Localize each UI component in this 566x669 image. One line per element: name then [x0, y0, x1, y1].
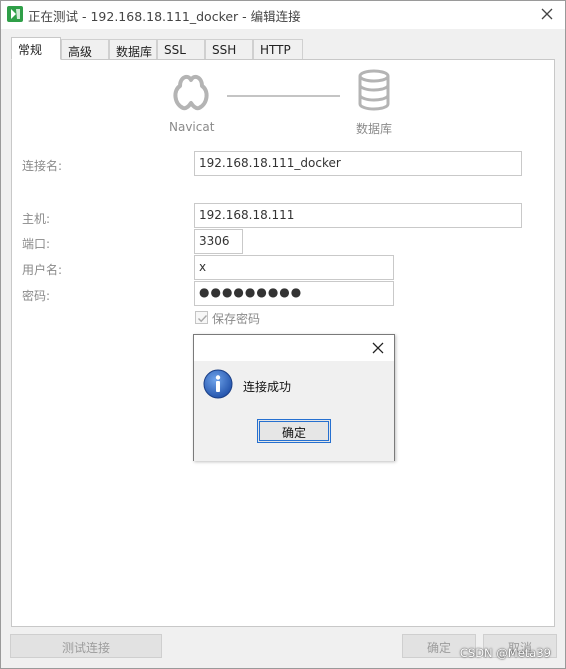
port-input[interactable]: 3306 — [194, 229, 243, 254]
test-connection-button[interactable]: 测试连接 — [10, 634, 162, 658]
tab-http[interactable]: HTTP — [253, 39, 303, 59]
info-icon — [203, 369, 233, 399]
save-password-label: 保存密码 — [212, 312, 261, 326]
dialog-ok-button[interactable]: 确定 — [257, 419, 331, 443]
database-icon — [357, 69, 391, 111]
navicat-app-icon — [7, 6, 23, 22]
general-panel: Navicat 数据库 连接名: 192.168.18.111_docker 主… — [11, 59, 555, 627]
password-input[interactable]: ●●●●●●●●● — [194, 281, 394, 306]
close-window-icon[interactable] — [537, 4, 557, 24]
connection-name-label: 连接名: — [22, 159, 63, 173]
tab-databases[interactable]: 数据库 — [109, 39, 157, 59]
connection-line — [227, 95, 340, 97]
host-input[interactable]: 192.168.18.111 — [194, 203, 522, 228]
edit-connection-window: 正在测试 - 192.168.18.111_docker - 编辑连接 常规 高… — [0, 0, 566, 669]
connection-success-dialog: 连接成功 确定 — [193, 334, 395, 461]
tab-ssl[interactable]: SSL — [157, 39, 205, 59]
username-label: 用户名: — [22, 263, 63, 277]
tab-ssh[interactable]: SSH — [205, 39, 253, 59]
connection-name-input[interactable]: 192.168.18.111_docker — [194, 151, 522, 176]
dialog-close-icon[interactable] — [370, 340, 386, 356]
dialog-body: 连接成功 确定 — [194, 361, 394, 461]
password-label: 密码: — [22, 289, 51, 303]
navicat-logo-icon — [166, 68, 216, 118]
navicat-label: Navicat — [169, 120, 215, 134]
port-label: 端口: — [22, 237, 51, 251]
tab-advanced[interactable]: 高级 — [61, 39, 109, 59]
host-label: 主机: — [22, 212, 51, 226]
tab-general[interactable]: 常规 — [11, 37, 61, 60]
window-title: 正在测试 - 192.168.18.111_docker - 编辑连接 — [28, 9, 301, 24]
username-input[interactable]: x — [194, 255, 394, 280]
database-label: 数据库 — [356, 122, 393, 136]
watermark-text: CSDN @Meta39 — [459, 646, 551, 660]
title-bar: 正在测试 - 192.168.18.111_docker - 编辑连接 — [1, 1, 565, 29]
save-password-checkbox[interactable] — [195, 311, 208, 324]
dialog-message: 连接成功 — [243, 380, 292, 394]
